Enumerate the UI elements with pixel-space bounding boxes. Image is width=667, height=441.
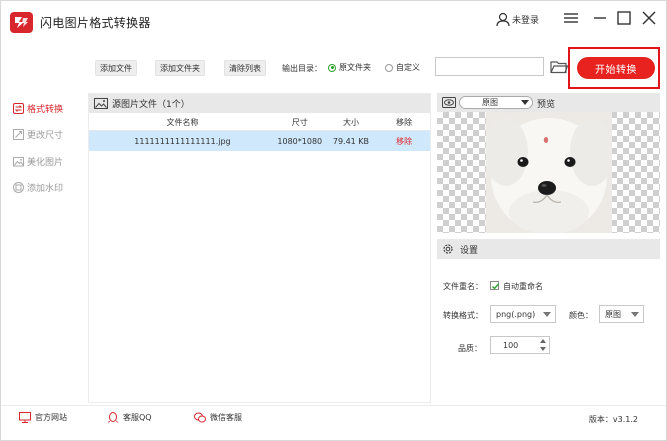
official-website-link[interactable]: 官方网站 xyxy=(19,412,67,423)
support-wechat-link[interactable]: 微信客服 xyxy=(194,412,242,423)
footer: 官方网站 客服QQ 微信客服 版本：v3.1.2 xyxy=(1,405,666,431)
user-login[interactable]: 未登录 xyxy=(496,10,539,28)
preview-canvas xyxy=(437,112,660,233)
sidebar-item-resize[interactable]: 更改尺寸 xyxy=(13,127,63,141)
app-title: 闪电图片格式转换器 xyxy=(40,16,151,30)
gear-icon xyxy=(443,244,453,254)
preview-panel: 原图 预览 xyxy=(437,93,660,233)
auto-rename-checkbox[interactable] xyxy=(490,281,500,290)
app-logo-icon xyxy=(10,12,33,33)
radio-label: 原文件夹 xyxy=(339,63,371,72)
sidebar-item-label: 添加水印 xyxy=(27,183,64,194)
output-custom-radio[interactable]: 自定义 xyxy=(385,62,420,73)
quality-label: 品质： xyxy=(458,344,482,353)
color-value: 原图 xyxy=(605,309,621,319)
close-icon xyxy=(642,11,656,25)
chevron-down-icon[interactable] xyxy=(540,347,546,351)
maximize-button[interactable] xyxy=(616,10,632,26)
column-header-name: 文件名称 xyxy=(166,117,199,127)
user-icon xyxy=(496,12,510,26)
settings-title: 设置 xyxy=(460,245,479,256)
radio-unchecked xyxy=(385,63,393,72)
rename-label: 文件重名： xyxy=(443,282,483,291)
column-header-dims: 尺寸 xyxy=(291,117,308,127)
remove-file-link[interactable]: 移除 xyxy=(378,136,430,147)
hamburger-icon xyxy=(564,13,578,23)
image-icon xyxy=(13,156,24,166)
chevron-down-icon xyxy=(543,312,551,317)
menu-button[interactable] xyxy=(563,10,579,26)
sidebar-item-label: 更改尺寸 xyxy=(27,130,64,141)
format-select[interactable]: png(.png) xyxy=(490,305,556,323)
source-files-title: 源图片文件（1个） xyxy=(112,100,190,110)
settings-panel: 设置 文件重名： 自动重命名 转换格式： png(.png) 颜色： 原图 品质… xyxy=(437,239,660,403)
title-bar: 闪电图片格式转换器 未登录 xyxy=(1,1,666,41)
folder-icon[interactable] xyxy=(550,60,568,74)
wechat-icon xyxy=(194,412,206,423)
sidebar-item-label: 格式转换 xyxy=(27,104,64,115)
dog-photo xyxy=(486,112,612,233)
chevron-down-icon xyxy=(521,100,529,105)
sidebar: 格式转换 更改尺寸 美化图片 添加水印 xyxy=(1,41,81,403)
support-qq-link[interactable]: 客服QQ xyxy=(107,412,152,423)
file-name-cell: 1111111111111111.jpg xyxy=(134,136,231,146)
image-icon xyxy=(94,98,108,109)
color-select[interactable]: 原图 xyxy=(599,305,644,323)
sidebar-item-beautify[interactable]: 美化图片 xyxy=(13,154,63,168)
chevron-down-icon xyxy=(631,312,639,317)
version-label: 版本：v3.1.2 xyxy=(588,415,638,424)
sidebar-item-label: 美化图片 xyxy=(27,157,64,168)
file-table: 文件名称 尺寸 大小 移除 1111111111111111.jpg 1080*… xyxy=(89,114,430,151)
minimize-icon xyxy=(594,17,606,19)
swap-icon xyxy=(13,102,24,114)
resize-icon xyxy=(13,128,24,140)
table-row[interactable]: 1111111111111111.jpg 1080*1080 79.41 KB … xyxy=(89,131,430,151)
add-file-button[interactable]: 添加文件 xyxy=(95,60,137,76)
user-label: 未登录 xyxy=(512,15,540,26)
start-convert-button[interactable]: 开始转换 xyxy=(577,57,655,79)
preview-mode-select[interactable]: 原图 xyxy=(459,96,533,109)
preview-label: 预览 xyxy=(537,100,556,110)
output-path-input[interactable] xyxy=(435,57,544,76)
preview-header: 原图 预览 xyxy=(437,93,660,112)
maximize-icon xyxy=(617,11,631,25)
column-header-size: 大小 xyxy=(342,117,359,127)
eye-icon xyxy=(442,97,456,108)
checkmark-icon xyxy=(492,283,500,290)
app-window: 闪电图片格式转换器 未登录 格式转换 更改尺寸 美化图片 添加水印 添加文件 添… xyxy=(0,0,667,441)
format-value: png(.png) xyxy=(496,309,536,319)
monitor-icon xyxy=(19,412,31,423)
support-wechat-label: 微信客服 xyxy=(210,413,242,422)
color-label: 颜色： xyxy=(569,311,593,320)
chevron-up-icon[interactable] xyxy=(540,339,546,343)
source-files-panel: 源图片文件（1个） 文件名称 尺寸 大小 移除 1111111111111111… xyxy=(88,93,431,403)
minimize-button[interactable] xyxy=(592,10,608,26)
official-website-label: 官方网站 xyxy=(35,413,67,422)
radio-label: 自定义 xyxy=(396,63,420,72)
file-dims-cell: 1080*1080 xyxy=(277,136,323,146)
preview-mode-value: 原图 xyxy=(482,98,498,107)
clear-list-button[interactable]: 清除列表 xyxy=(224,60,266,76)
sidebar-item-watermark[interactable]: 添加水印 xyxy=(13,180,63,194)
output-source-radio[interactable]: 原文件夹 xyxy=(328,62,371,73)
table-header-row: 文件名称 尺寸 大小 移除 xyxy=(89,114,430,131)
sidebar-item-format-convert[interactable]: 格式转换 xyxy=(13,101,63,115)
settings-header: 设置 xyxy=(437,239,660,259)
format-label: 转换格式： xyxy=(443,311,483,320)
output-dir-label: 输出目录： xyxy=(282,64,322,73)
quality-stepper[interactable]: 100 xyxy=(490,336,550,354)
watermark-icon xyxy=(13,181,24,193)
support-qq-label: 客服QQ xyxy=(123,413,152,422)
add-folder-button[interactable]: 添加文件夹 xyxy=(155,60,205,76)
column-header-remove: 移除 xyxy=(396,117,413,127)
source-files-header: 源图片文件（1个） xyxy=(89,94,430,113)
quality-value: 100 xyxy=(503,340,519,350)
file-size-cell: 79.41 KB xyxy=(332,136,370,146)
close-button[interactable] xyxy=(641,10,657,26)
auto-rename-label: 自动重命名 xyxy=(503,282,543,291)
qq-icon xyxy=(108,412,118,423)
radio-checked xyxy=(328,63,336,72)
